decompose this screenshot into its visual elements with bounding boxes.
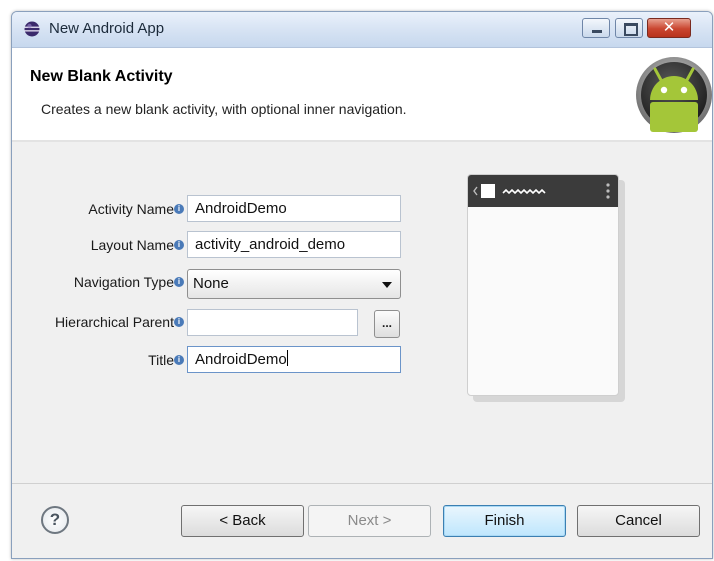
title-input-value: AndroidDemo [195,351,287,368]
android-robot-icon [636,57,712,133]
info-icon[interactable]: i [174,277,184,287]
minimize-button[interactable] [582,18,610,38]
back-button[interactable]: < Back [181,505,304,537]
close-button[interactable]: ✕ [647,18,691,38]
layout-name-input[interactable]: activity_android_demo [187,231,401,258]
wizard-window: New Android App ✕ New Blank Activity Cre… [11,11,713,559]
page-description: Creates a new blank activity, with optio… [41,101,407,117]
activity-name-input[interactable]: AndroidDemo [187,195,401,222]
title-bar[interactable]: New Android App ✕ [12,12,712,48]
preview-screen [467,174,619,396]
banner-divider [12,140,712,142]
maximize-icon [624,23,638,36]
action-bar-glyphs-icon [473,183,610,199]
title-label: Title [148,352,174,368]
info-icon[interactable]: i [174,355,184,365]
browse-parent-button[interactable]: ... [374,310,400,338]
hierarchical-parent-label: Hierarchical Parent [54,314,174,330]
layout-name-label: Layout Name [90,237,174,253]
footer-divider [12,483,712,484]
activity-preview [467,174,625,404]
navigation-type-value: None [193,275,229,292]
eclipse-icon [24,21,40,37]
dropdown-arrow-icon [382,282,392,288]
finish-button[interactable]: Finish [443,505,566,537]
page-title: New Blank Activity [30,68,173,85]
info-icon[interactable]: i [174,240,184,250]
maximize-button[interactable] [615,18,643,38]
info-icon[interactable]: i [174,204,184,214]
help-button[interactable]: ? [41,506,69,534]
hierarchical-parent-input[interactable] [187,309,358,336]
text-caret [286,350,288,366]
cancel-button[interactable]: Cancel [577,505,700,537]
close-icon: ✕ [662,19,676,36]
preview-action-bar [468,175,618,207]
info-icon[interactable]: i [174,317,184,327]
navigation-type-dropdown[interactable]: None [187,269,401,299]
window-title: New Android App [49,20,165,37]
navigation-type-label: Navigation Type [73,274,174,290]
wizard-banner: New Blank Activity Creates a new blank a… [12,48,712,141]
minimize-icon [592,30,602,33]
next-button[interactable]: Next > [308,505,431,537]
title-input[interactable]: AndroidDemo [187,346,401,373]
activity-name-label: Activity Name [88,201,174,217]
